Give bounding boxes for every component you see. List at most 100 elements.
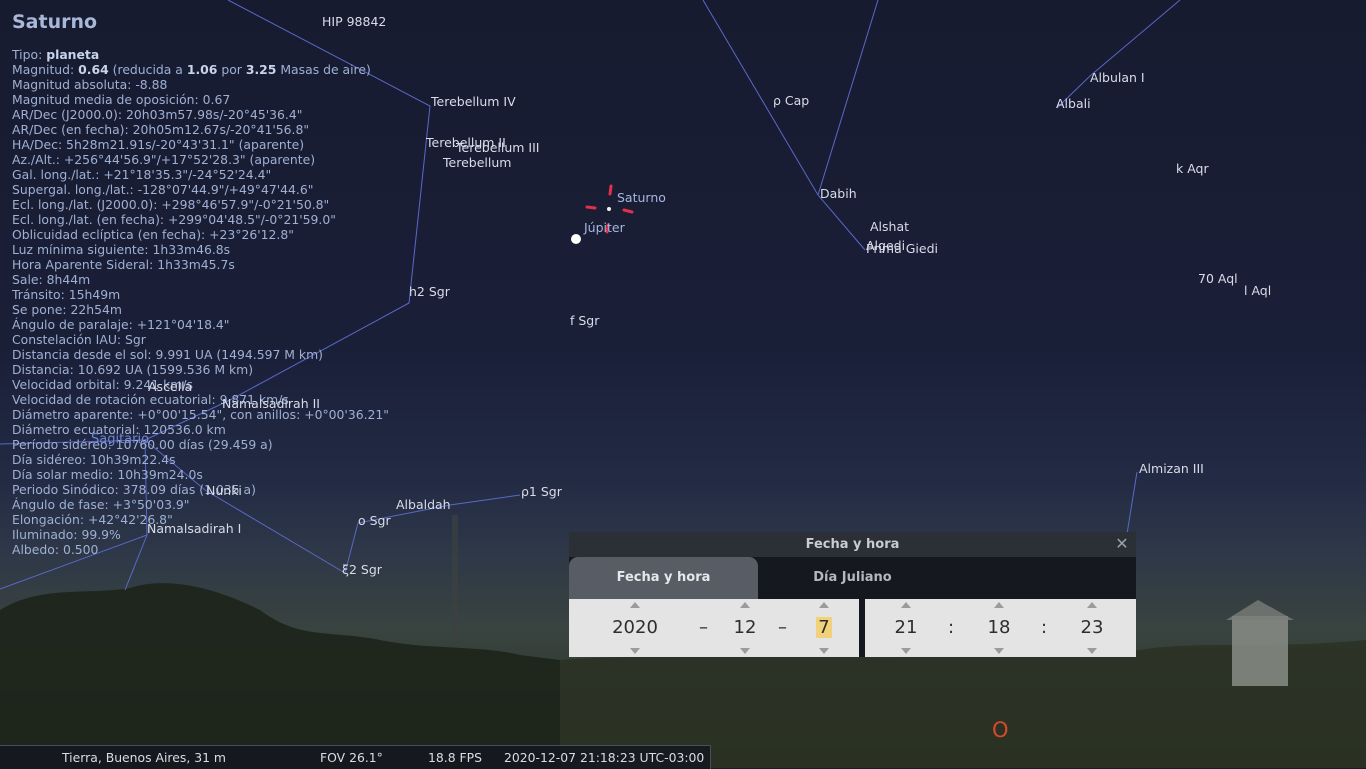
info-line: Velocidad de rotación ecuatorial: 9.871 … xyxy=(12,392,289,407)
date-time-dialog: Fecha y hora ✕ Fecha y hora Día Juliano … xyxy=(569,532,1136,657)
day-up-icon[interactable] xyxy=(819,602,829,608)
info-line: Día sidéreo: 10h39m22.4s xyxy=(12,452,176,467)
info-line: Tipo: planeta xyxy=(12,47,100,62)
status-bar: Tierra, Buenos Aires, 31 m FOV 26.1° 18.… xyxy=(0,745,711,769)
info-line: Velocidad orbital: 9.241 km/s xyxy=(12,377,193,392)
star-label[interactable]: Terebellum IV xyxy=(431,94,516,109)
star-label[interactable]: ρ1 Sgr xyxy=(521,484,562,499)
info-line: Tránsito: 15h49m xyxy=(12,287,121,302)
jupiter-disc xyxy=(571,234,581,244)
hour-up-icon[interactable] xyxy=(901,602,911,608)
star-label[interactable]: l Aql xyxy=(1244,283,1271,298)
star-label[interactable]: Namalsadirah I xyxy=(147,521,241,536)
saturn-disc xyxy=(607,207,611,211)
compass-west: O xyxy=(992,718,1009,742)
location-text[interactable]: Tierra, Buenos Aires, 31 m xyxy=(62,750,226,765)
day-spinner[interactable]: 7 xyxy=(804,599,844,657)
star-label[interactable]: Namalsadirah II xyxy=(222,396,320,411)
star-label[interactable]: Albulan I xyxy=(1090,70,1145,85)
star-label[interactable]: Ascella xyxy=(148,379,192,394)
minute-value[interactable]: 18 xyxy=(979,617,1019,638)
star-label[interactable]: k Aqr xyxy=(1176,161,1209,176)
aqr-line xyxy=(1056,0,1181,109)
info-line: Periodo Sinódico: 378.09 días (1.035 a) xyxy=(12,482,256,497)
info-line: Ecl. long./lat. (J2000.0): +298°46'57.9"… xyxy=(12,197,330,212)
star-label[interactable]: ρ Cap xyxy=(773,93,809,108)
star-label[interactable]: Prima Giedi xyxy=(866,241,938,256)
time-field: 21 : 18 : 23 xyxy=(865,599,1136,657)
month-down-icon[interactable] xyxy=(740,648,750,654)
dialog-body: 2020 – 12 – 7 21 : 18: 23 xyxy=(569,599,1136,657)
object-title: Saturno xyxy=(12,11,98,33)
star-label[interactable]: h2 Sgr xyxy=(409,284,450,299)
object-info: Tipo: planeta Magnitud: 0.64 (reducida a … xyxy=(12,47,389,557)
aql-line xyxy=(1125,471,1138,541)
time-separator: : xyxy=(948,617,955,638)
dialog-titlebar[interactable]: Fecha y hora xyxy=(569,532,1136,557)
info-line: Diámetro aparente: +0°00'15.54", con ani… xyxy=(12,407,390,422)
second-value[interactable]: 23 xyxy=(1072,617,1112,638)
year-spinner[interactable]: 2020 xyxy=(605,599,665,657)
star-label[interactable]: HIP 98842 xyxy=(322,14,386,29)
second-up-icon[interactable] xyxy=(1087,602,1097,608)
star-label[interactable]: Dabih xyxy=(820,186,857,201)
time-separator: : xyxy=(1041,617,1048,638)
building-roof xyxy=(1226,600,1294,620)
info-line: Sale: 8h44m xyxy=(12,272,91,287)
star-label[interactable]: o Sgr xyxy=(358,513,391,528)
info-line: Magnitud media de oposición: 0.67 xyxy=(12,92,231,107)
star-label[interactable]: Nunki xyxy=(206,483,242,498)
star-label[interactable]: 70 Aql xyxy=(1198,271,1238,286)
date-separator: – xyxy=(778,617,787,638)
info-line: AR/Dec (J2000.0): 20h03m57.98s/-20°45'36… xyxy=(12,107,303,122)
constellation-label: Sagitario xyxy=(91,432,150,447)
month-up-icon[interactable] xyxy=(740,602,750,608)
info-line: Ángulo de paralaje: +121°04'18.4" xyxy=(12,317,230,332)
star-label[interactable]: Albaldah xyxy=(396,497,451,512)
minute-down-icon[interactable] xyxy=(994,648,1004,654)
minute-up-icon[interactable] xyxy=(994,602,1004,608)
year-up-icon[interactable] xyxy=(630,602,640,608)
tree-silhouette xyxy=(0,583,560,768)
star-label[interactable]: Almizan III xyxy=(1139,461,1204,476)
year-value[interactable]: 2020 xyxy=(605,617,665,638)
pole xyxy=(452,515,458,635)
day-down-icon[interactable] xyxy=(819,648,829,654)
info-line: AR/Dec (en fecha): 20h05m12.67s/-20°41'5… xyxy=(12,122,310,137)
month-spinner[interactable]: 12 xyxy=(725,599,765,657)
date-separator: – xyxy=(699,617,708,638)
fov-text: FOV 26.1° xyxy=(320,750,383,765)
day-value[interactable]: 7 xyxy=(816,617,832,638)
info-line: Constelación IAU: Sgr xyxy=(12,332,146,347)
tab-julian-day[interactable]: Día Juliano xyxy=(758,557,947,599)
star-label[interactable]: Alshat xyxy=(870,219,909,234)
info-line: Ángulo de fase: +3°50'03.9" xyxy=(12,497,190,512)
info-line: Magnitud absoluta: -8.88 xyxy=(12,77,168,92)
month-value[interactable]: 12 xyxy=(725,617,765,638)
datetime-text[interactable]: 2020-12-07 21:18:23 UTC-03:00 xyxy=(504,750,704,765)
star-label[interactable]: Terebellum xyxy=(443,155,511,170)
hour-down-icon[interactable] xyxy=(901,648,911,654)
minute-spinner[interactable]: 18 xyxy=(979,599,1019,657)
hour-value[interactable]: 21 xyxy=(886,617,926,638)
planet-label[interactable]: Júpiter xyxy=(584,220,625,235)
planet-label[interactable]: Saturno xyxy=(617,190,666,205)
hour-spinner[interactable]: 21 xyxy=(886,599,926,657)
close-icon[interactable]: ✕ xyxy=(1113,535,1131,553)
star-label[interactable]: ξ2 Sgr xyxy=(342,562,382,577)
cap-line-2 xyxy=(817,0,879,196)
star-label[interactable]: Albali xyxy=(1056,96,1091,111)
second-spinner[interactable]: 23 xyxy=(1072,599,1112,657)
year-down-icon[interactable] xyxy=(630,648,640,654)
star-label[interactable]: Terebellum III xyxy=(456,140,539,155)
second-down-icon[interactable] xyxy=(1087,648,1097,654)
info-line: Hora Aparente Sideral: 1h33m45.7s xyxy=(12,257,235,272)
star-label[interactable]: f Sgr xyxy=(570,313,599,328)
dialog-tabs: Fecha y hora Día Juliano xyxy=(569,557,1136,599)
info-line: Supergal. long./lat.: -128°07'44.9"/+49°… xyxy=(12,182,314,197)
info-line: Ecl. long./lat. (en fecha): +299°04'48.5… xyxy=(12,212,336,227)
info-line: Az./Alt.: +256°44'56.9"/+17°52'28.3" (ap… xyxy=(12,152,316,167)
info-line: Período sidéreo: 10760.00 días (29.459 a… xyxy=(12,437,273,452)
tab-date-time[interactable]: Fecha y hora xyxy=(569,557,758,599)
date-field: 2020 – 12 – 7 xyxy=(569,599,859,657)
